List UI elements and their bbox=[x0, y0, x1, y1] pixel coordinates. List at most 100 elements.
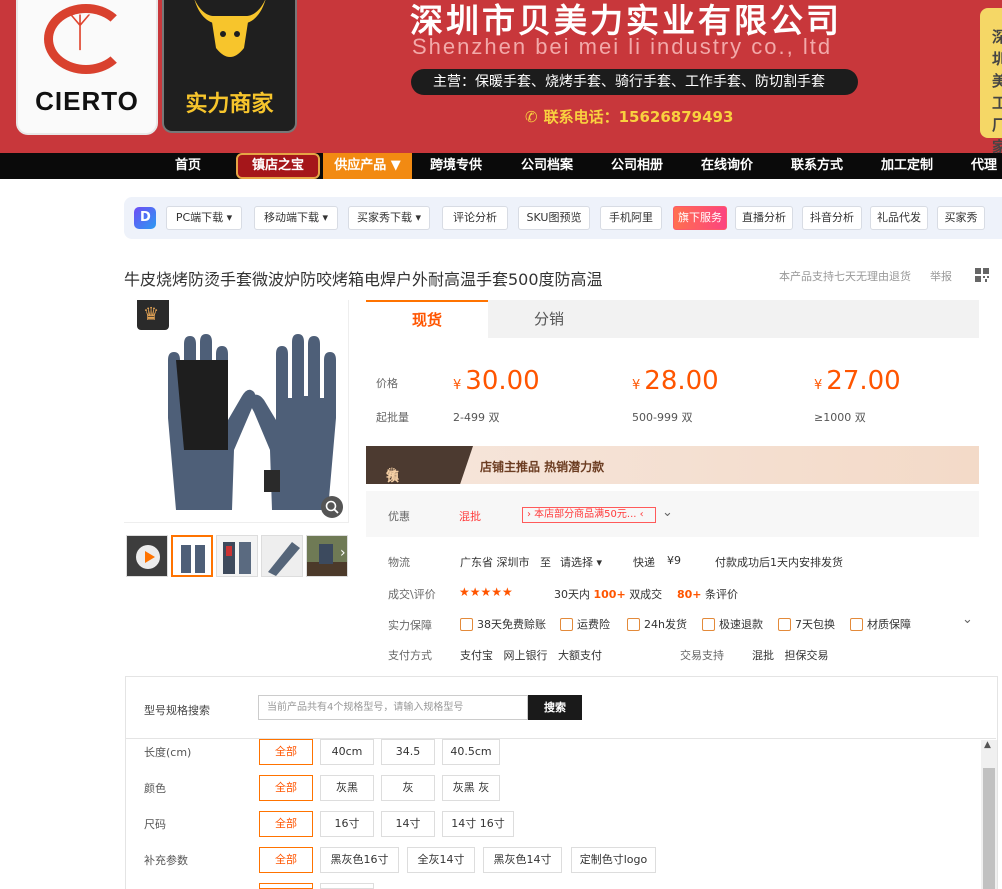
ship-to-word: 至 bbox=[540, 556, 551, 569]
douyin-analysis-button[interactable]: 抖音分析 bbox=[802, 206, 862, 230]
side-tag: 深圳美工厂家 bbox=[980, 8, 1002, 156]
spec-search-button[interactable]: 搜索 bbox=[528, 695, 582, 720]
review-analysis-button[interactable]: 评论分析 bbox=[442, 206, 508, 230]
freight-icon bbox=[560, 617, 573, 631]
tab-distribution[interactable]: 分销 bbox=[488, 300, 610, 338]
spec-scrollbar-thumb[interactable] bbox=[983, 768, 995, 889]
spec-option[interactable]: 14寸 bbox=[381, 811, 435, 837]
spec-search-label: 型号规格搜索 bbox=[144, 704, 210, 717]
service-freight-insurance[interactable]: 运费险 bbox=[560, 616, 610, 632]
gift-dropship-button[interactable]: 礼品代发 bbox=[870, 206, 928, 230]
ship-note: 付款成功后1天内安排发货 bbox=[715, 556, 843, 569]
nav-cross-border[interactable]: 跨境专供 bbox=[430, 153, 482, 179]
nav-custom[interactable]: 加工定制 bbox=[881, 153, 933, 179]
spec-option-partial[interactable] bbox=[259, 883, 313, 889]
thumbnail-video[interactable] bbox=[126, 535, 168, 577]
spec-option[interactable]: 全部 bbox=[259, 847, 313, 873]
phone-icon: ✆ bbox=[525, 108, 538, 126]
thumbnail-1[interactable] bbox=[171, 535, 213, 577]
service-7day-exchange[interactable]: 7天包换 bbox=[778, 616, 835, 632]
nav-products[interactable]: 供应产品 ▼ bbox=[323, 153, 412, 179]
spec-option[interactable]: 灰黑 bbox=[320, 775, 374, 801]
spec-option-partial[interactable] bbox=[320, 883, 374, 889]
price-label: 价格 bbox=[376, 377, 398, 390]
sku-preview-button[interactable]: SKU图预览 bbox=[518, 206, 590, 230]
spec-option[interactable]: 全部 bbox=[259, 775, 313, 801]
hotline-text: 联系电话：15626879493 bbox=[543, 108, 734, 126]
zoom-icon[interactable] bbox=[321, 496, 343, 518]
service-material[interactable]: 材质保障 bbox=[850, 616, 911, 632]
service-24h-ship[interactable]: 24h发货 bbox=[627, 616, 687, 632]
nav-agent[interactable]: 代理 bbox=[971, 153, 997, 179]
buyer-show-download-button[interactable]: 买家秀下载 ▾ bbox=[348, 206, 430, 230]
spec-option[interactable]: 定制色寸logo bbox=[571, 847, 656, 873]
services-expand-icon[interactable]: ⌄ bbox=[962, 612, 973, 627]
brand-logo[interactable]: ᛉ CIERTO bbox=[18, 0, 156, 133]
hotline: ✆ 联系电话：15626879493 bbox=[525, 106, 733, 127]
spec-option[interactable]: 16寸 bbox=[320, 811, 374, 837]
mobile-ali-button[interactable]: 手机阿里 bbox=[600, 206, 662, 230]
nav-inquiry[interactable]: 在线询价 bbox=[701, 153, 753, 179]
refund-icon bbox=[702, 617, 715, 631]
crown-icon: ♛ bbox=[137, 300, 169, 330]
thumbnail-3[interactable] bbox=[261, 535, 303, 577]
tab-spot[interactable]: 现货 bbox=[366, 300, 488, 338]
nav-archive[interactable]: 公司档案 bbox=[521, 153, 573, 179]
spec-option[interactable]: 14寸 16寸 bbox=[442, 811, 514, 837]
review-info[interactable]: 80+ 条评价 bbox=[677, 586, 738, 602]
thumbnail-next-icon[interactable]: › bbox=[340, 545, 346, 561]
thumbnail-2[interactable] bbox=[216, 535, 258, 577]
ship-to-select[interactable]: 请选择 ▾ bbox=[560, 554, 602, 570]
spec-option[interactable]: 黑灰色14寸 bbox=[483, 847, 562, 873]
nav-treasure[interactable]: 镇店之宝 bbox=[236, 153, 320, 179]
pc-download-button[interactable]: PC端下载 ▾ bbox=[166, 206, 242, 230]
treasure-banner[interactable]: ♛ 镇店之宝 店铺主推品 热销潜力款 bbox=[366, 446, 979, 484]
service-fast-refund[interactable]: 极速退款 bbox=[702, 616, 763, 632]
badge-text: 实力商家 bbox=[185, 92, 274, 117]
flagship-service-button[interactable]: 旗下服务 bbox=[673, 206, 727, 230]
treasure-badge: ♛ 镇店之宝 bbox=[366, 446, 473, 484]
spec-option[interactable]: 黑灰色16寸 bbox=[320, 847, 399, 873]
credit-icon bbox=[460, 617, 473, 631]
range-tier-1: 2-499 双 bbox=[453, 411, 500, 424]
spec-option[interactable]: 全部 bbox=[259, 811, 313, 837]
power-merchant-badge: 实力商家 bbox=[162, 0, 297, 133]
material-icon bbox=[850, 617, 863, 631]
services-label: 实力保障 bbox=[388, 619, 432, 632]
exchange-icon bbox=[778, 617, 791, 631]
qr-code-icon[interactable] bbox=[975, 268, 989, 282]
express-label: 快递 bbox=[633, 556, 655, 569]
live-analysis-button[interactable]: 直播分析 bbox=[735, 206, 793, 230]
mobile-download-button[interactable]: 移动端下载 ▾ bbox=[254, 206, 338, 230]
range-tier-3: ≥1000 双 bbox=[814, 411, 866, 424]
service-credit[interactable]: 38天免费赊账 bbox=[460, 616, 546, 632]
discount-row: 优惠 混批 › 本店部分商品满50元... ‹ ⌄ bbox=[366, 491, 979, 537]
clock-icon bbox=[627, 617, 640, 631]
spec-option[interactable]: 34.5 bbox=[381, 739, 435, 765]
nav-contact[interactable]: 联系方式 bbox=[791, 153, 843, 179]
coupon-tag[interactable]: › 本店部分商品满50元... ‹ bbox=[522, 507, 656, 523]
payment-methods: 支付宝 网上银行 大额支付 bbox=[460, 649, 602, 662]
shop-nav: 首页 镇店之宝 供应产品 ▼ 跨境专供 公司档案 公司相册 在线询价 联系方式 … bbox=[0, 153, 1002, 179]
spec-label-color: 颜色 bbox=[144, 782, 166, 795]
spec-option[interactable]: 灰黑 灰 bbox=[442, 775, 500, 801]
spec-option[interactable]: 40cm bbox=[320, 739, 374, 765]
spec-option[interactable]: 40.5cm bbox=[442, 739, 500, 765]
rating-stars: ★★★★★ bbox=[459, 585, 513, 599]
chevron-down-icon[interactable]: ⌄ bbox=[662, 505, 673, 520]
spec-option[interactable]: 灰 bbox=[381, 775, 435, 801]
spec-search-input[interactable]: 当前产品共有4个规格型号，请输入规格型号 bbox=[258, 695, 528, 720]
nav-home[interactable]: 首页 bbox=[175, 153, 201, 179]
scroll-up-icon[interactable]: ▲ bbox=[984, 740, 991, 750]
bull-icon bbox=[194, 0, 266, 57]
spec-option[interactable]: 全部 bbox=[259, 739, 313, 765]
spec-label-size: 尺码 bbox=[144, 818, 166, 831]
nav-album[interactable]: 公司相册 bbox=[611, 153, 663, 179]
main-product-image[interactable]: ♛ bbox=[124, 300, 349, 523]
price-tier-2: ¥28.00 bbox=[632, 366, 719, 396]
spec-option[interactable]: 全灰14寸 bbox=[407, 847, 475, 873]
buyer-show-button[interactable]: 买家秀 bbox=[937, 206, 985, 230]
sold-info: 30天内 100+ 双成交 bbox=[554, 588, 663, 601]
plugin-logo-icon[interactable]: D bbox=[134, 207, 156, 229]
report-link[interactable]: 举报 bbox=[930, 268, 952, 284]
